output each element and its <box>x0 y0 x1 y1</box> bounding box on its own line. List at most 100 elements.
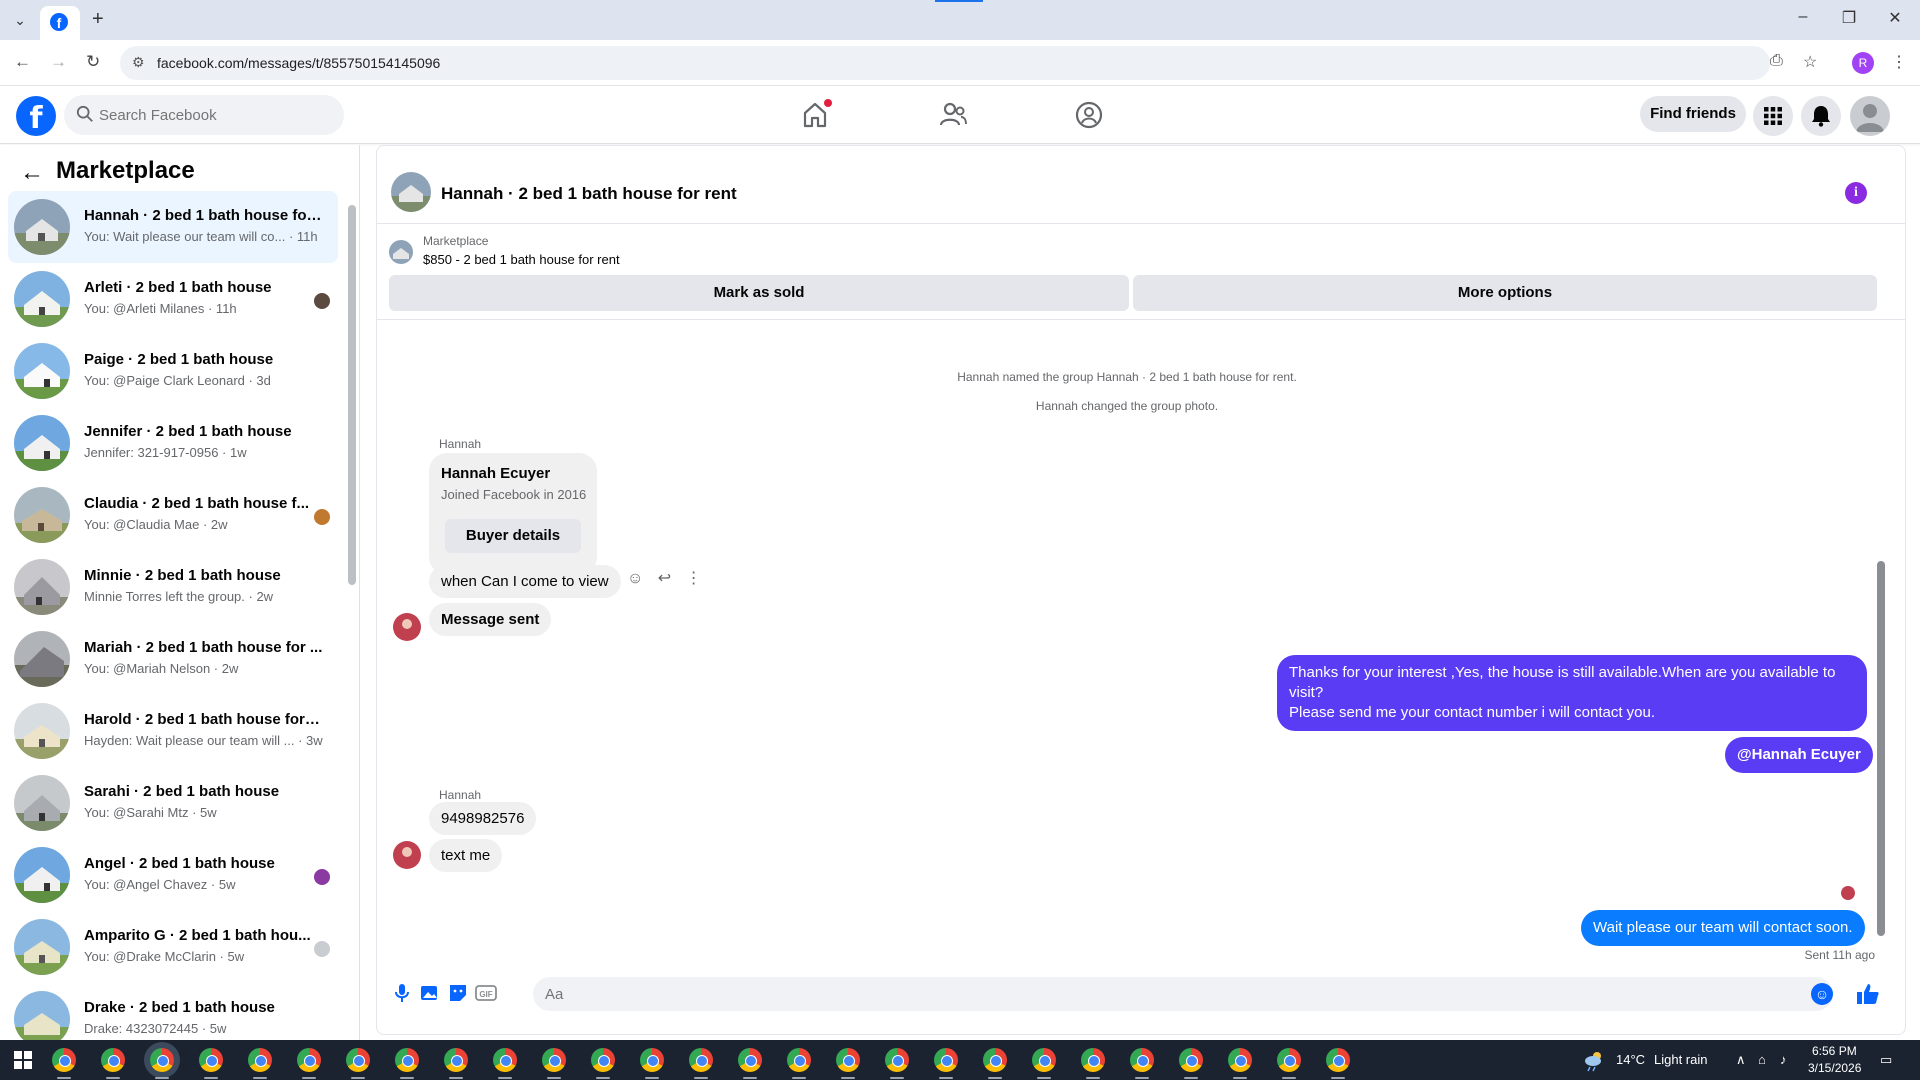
bookmark-star-icon[interactable]: ☆ <box>1803 52 1817 72</box>
find-friends-button[interactable]: Find friends <box>1640 96 1746 132</box>
chrome-taskbar-icon[interactable] <box>640 1048 664 1072</box>
chrome-taskbar-icon[interactable] <box>1179 1048 1203 1072</box>
forward-icon[interactable]: → <box>50 52 67 72</box>
browser-menu-icon[interactable]: ⋮ <box>1891 52 1907 72</box>
install-app-icon[interactable]: ⎙ <box>1770 52 1783 70</box>
chrome-taskbar-icon[interactable] <box>346 1048 370 1072</box>
photo-icon[interactable] <box>419 982 441 1004</box>
site-settings-icon[interactable]: ⚙ <box>132 54 145 71</box>
conversation-item[interactable]: Paige · 2 bed 1 bath house You: @Paige C… <box>8 335 338 407</box>
friends-icon[interactable] <box>936 98 970 132</box>
chrome-taskbar-icon[interactable] <box>787 1048 811 1072</box>
back-arrow-icon[interactable]: ← <box>20 159 44 187</box>
gif-icon[interactable]: GIF <box>475 982 497 1004</box>
system-tray-chevron-icon[interactable]: ∧ <box>1736 1052 1746 1068</box>
notifications-button[interactable] <box>1801 96 1841 136</box>
clock-time[interactable]: 6:56 PM <box>1812 1044 1857 1058</box>
chrome-taskbar-icon[interactable] <box>689 1048 713 1072</box>
conversation-item[interactable]: Harold · 2 bed 1 bath house for r... Hay… <box>8 695 338 767</box>
conversation-item[interactable]: Angel · 2 bed 1 bath house You: @Angel C… <box>8 839 338 911</box>
outgoing-mention-message[interactable]: @Hannah Ecuyer <box>1725 737 1873 773</box>
chrome-taskbar-icon[interactable] <box>934 1048 958 1072</box>
incoming-message[interactable]: Message sent <box>429 603 552 636</box>
reload-icon[interactable]: ↻ <box>86 52 100 72</box>
conversation-item[interactable]: Minnie · 2 bed 1 bath house Minnie Torre… <box>8 551 338 623</box>
chrome-taskbar-icon[interactable] <box>101 1048 125 1072</box>
facebook-logo[interactable]: f <box>16 96 56 136</box>
weather-temperature[interactable]: 14°C <box>1616 1052 1645 1067</box>
browser-tab-facebook[interactable]: f <box>40 6 80 40</box>
chrome-taskbar-icon[interactable] <box>1277 1048 1301 1072</box>
chrome-taskbar-icon[interactable] <box>542 1048 566 1072</box>
chrome-taskbar-icon[interactable] <box>150 1048 174 1072</box>
listing-price[interactable]: $850 - 2 bed 1 bath house for rent <box>423 252 620 267</box>
restore-icon[interactable]: ❐ <box>1839 8 1859 28</box>
close-window-icon[interactable]: ✕ <box>1885 8 1905 28</box>
conversation-item[interactable]: Jennifer · 2 bed 1 bath house Jennifer: … <box>8 407 338 479</box>
chrome-taskbar-icon[interactable] <box>1228 1048 1252 1072</box>
notification-center-icon[interactable]: ▭ <box>1880 1052 1892 1068</box>
buyer-details-button[interactable]: Buyer details <box>445 519 581 553</box>
chrome-taskbar-icon[interactable] <box>199 1048 223 1072</box>
conversation-item[interactable]: Mariah · 2 bed 1 bath house for ... You:… <box>8 623 338 695</box>
weather-rain-icon[interactable] <box>1582 1048 1606 1072</box>
incoming-message[interactable]: 9498982576 <box>429 802 537 835</box>
tab-search-chevron-icon[interactable]: ⌄ <box>10 10 30 30</box>
chrome-taskbar-icon[interactable] <box>1130 1048 1154 1072</box>
outgoing-message[interactable]: Thanks for your interest ,Yes, the house… <box>1277 655 1867 731</box>
chrome-taskbar-icon[interactable] <box>983 1048 1007 1072</box>
chrome-taskbar-icon[interactable] <box>444 1048 468 1072</box>
chat-scrollbar[interactable] <box>1877 561 1885 936</box>
chrome-taskbar-icon[interactable] <box>493 1048 517 1072</box>
conversation-item[interactable]: Hannah · 2 bed 1 bath house for... You: … <box>8 191 338 263</box>
chrome-taskbar-icon[interactable] <box>1032 1048 1056 1072</box>
chat-title[interactable]: Hannah · 2 bed 1 bath house for rent <box>441 184 737 204</box>
message-input[interactable] <box>533 977 1833 1011</box>
conversation-item[interactable]: Arleti · 2 bed 1 bath house You: @Arleti… <box>8 263 338 335</box>
chrome-taskbar-icon[interactable] <box>1081 1048 1105 1072</box>
react-emoji-icon[interactable]: ☺ <box>627 570 643 587</box>
chrome-taskbar-icon[interactable] <box>395 1048 419 1072</box>
sticker-icon[interactable] <box>447 982 469 1004</box>
chrome-taskbar-icon[interactable] <box>885 1048 909 1072</box>
chrome-taskbar-icon[interactable] <box>836 1048 860 1072</box>
conversation-item[interactable]: Amparito G · 2 bed 1 bath hou... You: @D… <box>8 911 338 983</box>
groups-icon[interactable] <box>1072 98 1106 132</box>
account-avatar[interactable] <box>1850 96 1890 136</box>
minimize-icon[interactable]: – <box>1793 8 1813 26</box>
volume-icon[interactable]: ♪ <box>1780 1052 1787 1067</box>
weather-condition[interactable]: Light rain <box>1654 1052 1707 1067</box>
info-icon[interactable]: i <box>1845 182 1867 204</box>
chat-thumbnail[interactable] <box>391 172 431 212</box>
incoming-message[interactable]: text me <box>429 839 503 872</box>
conversation-item[interactable]: Claudia · 2 bed 1 bath house f... You: @… <box>8 479 338 551</box>
outgoing-message-line: Thanks for your interest ,Yes, the house… <box>1289 664 1836 701</box>
search-box[interactable] <box>64 95 344 135</box>
reply-icon[interactable]: ↩ <box>658 570 671 587</box>
network-icon[interactable]: ⌂ <box>1758 1052 1766 1067</box>
new-tab-plus-icon[interactable]: + <box>92 8 104 31</box>
sidebar-scrollbar[interactable] <box>348 205 356 585</box>
thumbs-up-icon[interactable] <box>1855 981 1881 1007</box>
incoming-message[interactable]: when Can I come to view <box>429 565 621 598</box>
mark-as-sold-button[interactable]: Mark as sold <box>389 275 1129 311</box>
outgoing-message[interactable]: Wait please our team will contact soon. <box>1581 910 1865 946</box>
chrome-taskbar-icon[interactable] <box>297 1048 321 1072</box>
back-icon[interactable]: ← <box>14 52 31 72</box>
clock-date[interactable]: 3/15/2026 <box>1808 1061 1861 1075</box>
conversation-item[interactable]: Sarahi · 2 bed 1 bath house You: @Sarahi… <box>8 767 338 839</box>
chrome-taskbar-icon[interactable] <box>52 1048 76 1072</box>
chrome-taskbar-icon[interactable] <box>738 1048 762 1072</box>
search-input[interactable] <box>99 95 329 135</box>
chrome-taskbar-icon[interactable] <box>591 1048 615 1072</box>
more-options-button[interactable]: More options <box>1133 275 1877 311</box>
windows-start-icon[interactable] <box>14 1051 32 1069</box>
more-actions-icon[interactable]: ⋮ <box>686 570 702 587</box>
chrome-taskbar-icon[interactable] <box>248 1048 272 1072</box>
emoji-icon[interactable]: ☺ <box>1811 983 1833 1005</box>
chrome-taskbar-icon[interactable] <box>1326 1048 1350 1072</box>
microphone-icon[interactable] <box>391 982 413 1004</box>
url-field[interactable]: ⚙ facebook.com/messages/t/85575015414509… <box>120 46 1770 80</box>
menu-button[interactable] <box>1753 96 1793 136</box>
browser-profile-avatar[interactable]: R <box>1852 52 1874 74</box>
